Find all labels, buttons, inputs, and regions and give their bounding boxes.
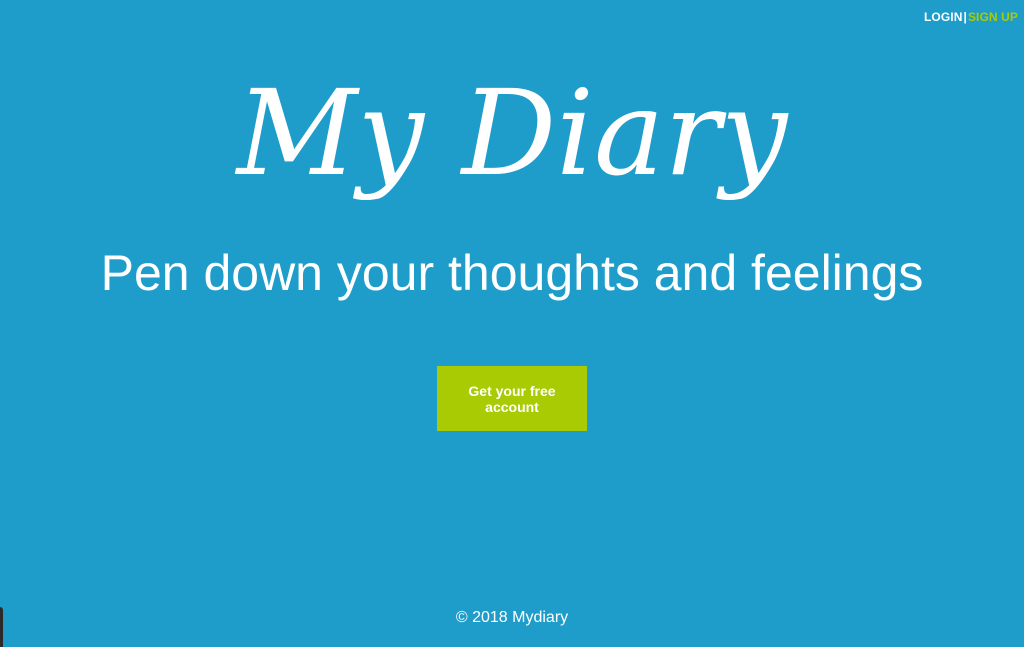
corner-tab (0, 607, 3, 647)
login-link[interactable]: LOGIN (924, 10, 963, 24)
nav-separator: | (963, 10, 967, 24)
footer-copyright: © 2018 Mydiary (455, 609, 569, 626)
signup-link[interactable]: SIGN UP (968, 10, 1018, 24)
site-title: My Diary (236, 64, 788, 202)
tagline: Pen down your thoughts and feelings (100, 245, 924, 301)
top-nav: LOGIN | SIGN UP (924, 10, 1018, 24)
get-free-account-button[interactable]: Get your free account (437, 366, 587, 431)
